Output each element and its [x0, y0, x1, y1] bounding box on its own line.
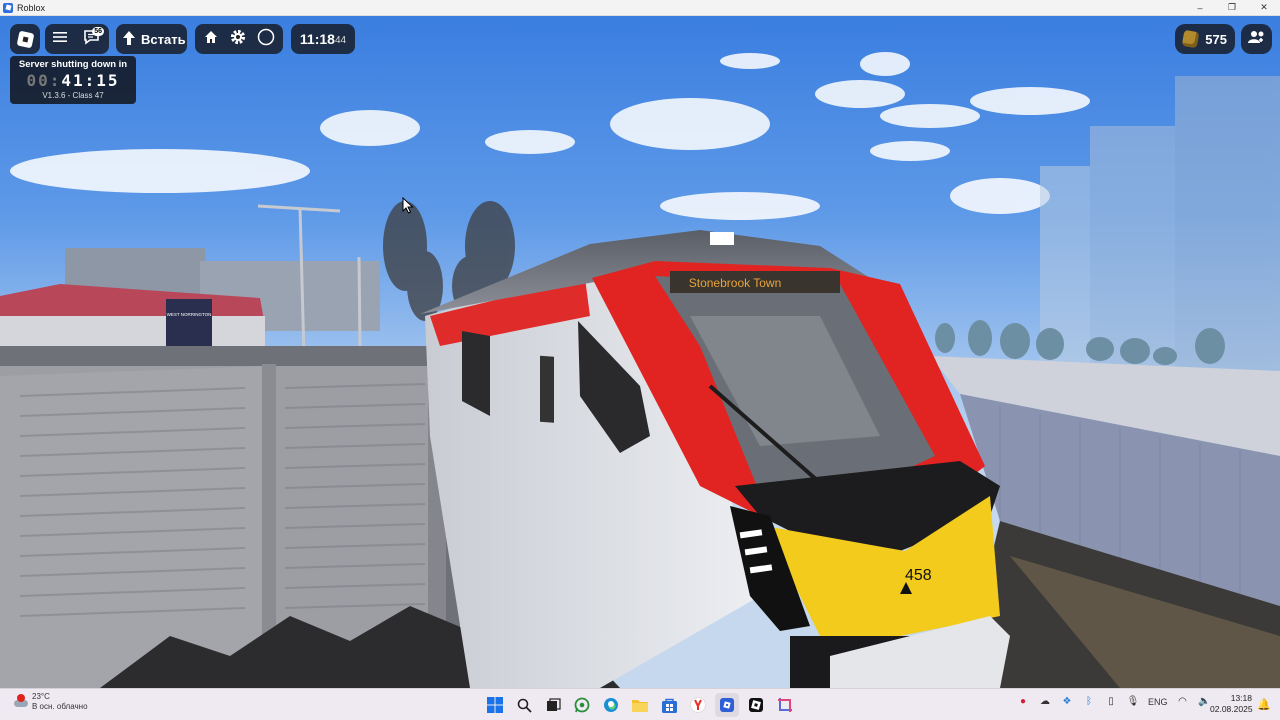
game-version: V1.3.6 - Class 47 — [42, 91, 104, 100]
weather-temperature: 23°C — [32, 692, 50, 701]
task-view-icon[interactable] — [541, 693, 565, 717]
settings-gear-icon[interactable] — [229, 28, 247, 51]
game-clock-time: 11:18 — [299, 31, 335, 47]
windows-taskbar: 23°C В осн. облачно ● ☁ ❖ ᛒ ▯ 🎙 ENG ◠ 🔈 … — [0, 688, 1280, 720]
edge-browser-icon[interactable] — [599, 693, 623, 717]
shutdown-timer-minutes: 41:15 — [61, 71, 120, 90]
taskbar-apps — [483, 693, 797, 717]
currency-display[interactable]: 575 — [1175, 24, 1235, 54]
clouds — [10, 52, 1090, 220]
friends-icon — [1247, 30, 1266, 49]
weather-cloud-icon — [14, 694, 28, 708]
compass-icon[interactable] — [257, 28, 275, 51]
input-language[interactable]: ENG — [1148, 697, 1168, 707]
record-indicator-icon[interactable]: ● — [1016, 696, 1030, 707]
window-titlebar: Roblox – ❐ ✕ — [0, 0, 1280, 16]
whatsapp-icon[interactable] — [570, 693, 594, 717]
coin-count: 575 — [1205, 31, 1227, 47]
hamburger-menu-icon[interactable] — [53, 30, 67, 48]
close-button[interactable]: ✕ — [1248, 0, 1280, 16]
roblox-logo-icon — [16, 30, 34, 48]
notification-bell-icon[interactable]: 🔔 — [1257, 698, 1271, 711]
chat-unread-badge: 56 — [92, 27, 104, 36]
menu-chat-group: 56 — [45, 24, 109, 54]
battery-icon[interactable]: ▯ — [1104, 696, 1118, 707]
mouse-cursor-icon — [402, 197, 414, 214]
roblox-menu-button[interactable] — [10, 24, 40, 54]
bluetooth-icon[interactable]: ᛒ — [1082, 696, 1096, 707]
destination-display: Stonebrook Town — [689, 276, 782, 290]
minimize-button[interactable]: – — [1184, 0, 1216, 16]
network-app-icon[interactable]: ❖ — [1060, 696, 1074, 707]
weather-widget[interactable]: 23°C В осн. облачно — [14, 692, 88, 712]
arrow-up-icon — [122, 30, 136, 49]
system-tray: ● ☁ ❖ ᛒ ▯ 🎙 ENG ◠ 🔈 — [1016, 696, 1212, 707]
taskbar-date: 02.08.2025 — [1210, 704, 1253, 714]
shutdown-timer: 00:41:15 — [10, 71, 136, 90]
windows-start-icon[interactable] — [483, 693, 507, 717]
onedrive-icon[interactable]: ☁ — [1038, 696, 1052, 707]
roblox-taskbar-icon[interactable] — [715, 693, 739, 717]
maximize-button[interactable]: ❐ — [1216, 0, 1248, 16]
game-viewport[interactable]: WEST NORRINGTON Stonebrook Town 458 56 В… — [0, 16, 1280, 688]
jump-button[interactable]: Встать — [116, 24, 187, 54]
home-icon[interactable] — [203, 29, 219, 50]
jump-button-label: Встать — [141, 31, 186, 47]
train-scene: WEST NORRINGTON Stonebrook Town 458 — [0, 52, 1280, 688]
game-clock: 11:18 44 — [291, 24, 355, 54]
taskbar-time: 13:18 — [1230, 693, 1252, 703]
station-sign-text: WEST NORRINGTON — [167, 312, 212, 317]
train: Stonebrook Town 458 — [420, 230, 1010, 688]
microphone-icon[interactable]: 🎙 — [1126, 696, 1140, 707]
friends-button[interactable] — [1241, 24, 1272, 54]
weather-description: В осн. облачно — [32, 702, 88, 711]
shutdown-label: Server shutting down in — [18, 59, 128, 70]
shutdown-timer-hours: 00: — [26, 71, 62, 90]
file-explorer-icon[interactable] — [628, 693, 652, 717]
yandex-browser-icon[interactable] — [686, 693, 710, 717]
roblox-app-icon — [3, 2, 13, 13]
game-clock-seconds: 44 — [334, 35, 347, 46]
wifi-icon[interactable]: ◠ — [1176, 696, 1190, 707]
tools-group — [195, 24, 283, 54]
search-icon[interactable] — [512, 693, 536, 717]
window-title: Roblox — [17, 2, 46, 13]
server-shutdown-notice: Server shutting down in 00:41:15 V1.3.6 … — [10, 56, 136, 104]
snipping-tool-icon[interactable] — [773, 693, 797, 717]
unit-number: 458 — [905, 567, 932, 584]
roblox-studio-icon[interactable] — [744, 693, 768, 717]
distant-buildings — [1040, 76, 1280, 376]
coin-icon — [1181, 29, 1200, 49]
microsoft-store-icon[interactable] — [657, 693, 681, 717]
taskbar-clock[interactable]: 13:18 02.08.2025 — [1210, 693, 1253, 715]
